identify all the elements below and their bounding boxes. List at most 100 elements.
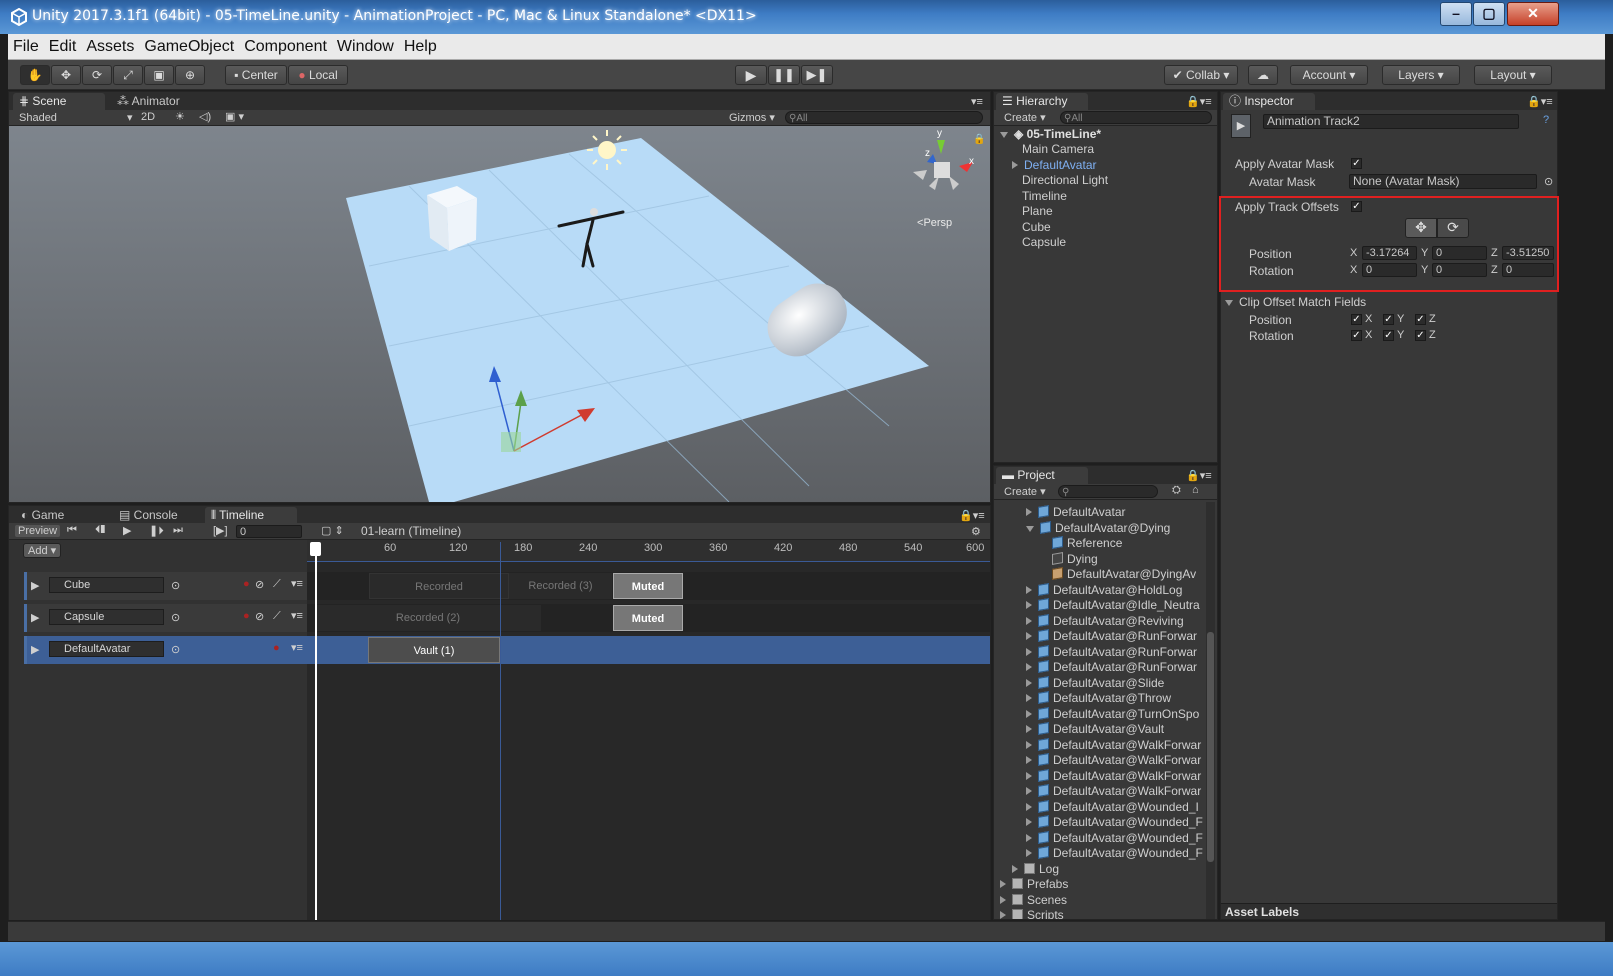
track-menu-icon[interactable]: ▾≡ xyxy=(291,641,303,654)
clip-offset-foldout[interactable]: Clip Offset Match Fields xyxy=(1225,295,1366,309)
project-item[interactable]: DefaultAvatar@Wounded_F xyxy=(1026,815,1203,829)
expand-icon[interactable] xyxy=(1000,132,1008,138)
tab-console[interactable]: ▤ Console xyxy=(113,507,184,524)
scene-root-item[interactable]: ◈ 05-TimeLine* xyxy=(1000,127,1101,141)
expand-icon[interactable] xyxy=(1012,161,1018,169)
end-marker[interactable] xyxy=(500,542,501,920)
hierarchy-item-cube[interactable]: Cube xyxy=(1022,220,1051,234)
match-rot-x-checkbox[interactable]: ✓ xyxy=(1351,330,1362,341)
play-range-icon[interactable]: [▶] xyxy=(213,524,228,537)
project-item[interactable]: DefaultAvatar@HoldLog xyxy=(1026,583,1182,597)
menu-file[interactable]: File xyxy=(8,34,44,56)
shading-dropdown[interactable]: Shaded ▾ xyxy=(19,111,132,124)
expand-icon[interactable] xyxy=(1026,694,1032,702)
track-binding-picker-icon[interactable]: ⊙ xyxy=(171,579,180,592)
project-create-button[interactable]: Create ▾ xyxy=(1004,485,1046,498)
expand-icon[interactable] xyxy=(1026,787,1032,795)
expand-icon[interactable] xyxy=(1026,803,1032,811)
track-menu-icon[interactable]: ▾≡ xyxy=(291,609,303,622)
expand-icon[interactable] xyxy=(1026,756,1032,764)
minimize-button[interactable]: – xyxy=(1440,2,1472,26)
rect-tool-button[interactable]: ▣ xyxy=(144,65,174,85)
project-item[interactable]: DefaultAvatar@Wounded_F xyxy=(1026,831,1203,845)
menu-component[interactable]: Component xyxy=(239,34,332,56)
project-item[interactable]: Dying xyxy=(1052,552,1098,566)
expand-icon[interactable] xyxy=(1026,834,1032,842)
rotation-x-field[interactable]: 0 xyxy=(1362,263,1417,277)
expand-icon[interactable] xyxy=(1000,896,1006,904)
project-item[interactable]: DefaultAvatar@Wounded_F xyxy=(1026,846,1203,860)
project-item[interactable]: DefaultAvatar@Vault xyxy=(1026,722,1164,736)
project-item[interactable]: DefaultAvatar@WalkForwar xyxy=(1026,753,1201,767)
expand-icon[interactable] xyxy=(1026,648,1032,656)
project-item[interactable]: DefaultAvatar@Dying xyxy=(1026,521,1170,535)
preview-toggle[interactable]: Preview xyxy=(15,525,61,537)
track-menu-icon[interactable]: ▾≡ xyxy=(291,577,303,590)
expand-icon[interactable] xyxy=(1026,772,1032,780)
expand-icon[interactable] xyxy=(1026,710,1032,718)
hierarchy-item-main-camera[interactable]: Main Camera xyxy=(1022,142,1094,156)
project-item[interactable]: DefaultAvatar@Slide xyxy=(1026,676,1164,690)
scene-viewport[interactable]: y x z <Persp 🔒 xyxy=(9,126,990,502)
project-item[interactable]: DefaultAvatar@DyingAv xyxy=(1052,567,1196,581)
position-x-field[interactable]: -3.17264 xyxy=(1362,246,1417,260)
move-offset-tool-button[interactable]: ✥ xyxy=(1405,218,1437,238)
effects-icon[interactable]: ▣ ▾ xyxy=(225,110,244,123)
next-frame-icon[interactable]: ❚⏵ xyxy=(149,524,164,538)
audio-icon[interactable]: ◁) xyxy=(199,110,211,123)
expand-icon[interactable] xyxy=(1026,526,1034,532)
pause-button[interactable]: ❚❚ xyxy=(768,65,800,85)
panel-menu-icon[interactable]: 🔒▾≡ xyxy=(1186,469,1212,482)
expand-icon[interactable] xyxy=(1026,508,1032,516)
muted-badge[interactable]: Muted xyxy=(613,573,683,599)
apply-track-offsets-checkbox[interactable]: ✓ xyxy=(1351,201,1362,212)
track-capsule[interactable]: ▶ Capsule ⊙ ● ⊘ ⟋ ▾≡ xyxy=(24,604,307,632)
hierarchy-item-defaultavatar[interactable]: DefaultAvatar xyxy=(1012,158,1097,172)
hierarchy-search-input[interactable]: ⚲All xyxy=(1060,111,1212,124)
tab-inspector[interactable]: ⓘ Inspector xyxy=(1223,93,1315,110)
add-track-button[interactable]: Add ▾ xyxy=(23,543,62,558)
go-to-end-icon[interactable]: ⏭ xyxy=(173,524,183,537)
clip-recorded-2[interactable]: Recorded (2) xyxy=(315,605,541,631)
rotation-y-field[interactable]: 0 xyxy=(1432,263,1487,277)
track-expand-icon[interactable]: ▶ xyxy=(31,611,39,624)
tab-animator[interactable]: ⁂ Animator xyxy=(111,93,186,110)
frame-field[interactable]: 0 xyxy=(236,525,302,538)
track-expand-icon[interactable]: ▶ xyxy=(31,643,39,656)
project-item[interactable]: Reference xyxy=(1052,536,1122,550)
match-pos-z-checkbox[interactable]: ✓ xyxy=(1415,314,1426,325)
collab-dropdown[interactable]: ✔ Collab ▾ xyxy=(1164,65,1238,85)
avatar-mask-field[interactable]: None (Avatar Mask) xyxy=(1349,174,1537,189)
menu-edit[interactable]: Edit xyxy=(44,34,82,56)
tab-project[interactable]: ▬ Project xyxy=(996,467,1088,484)
playhead[interactable] xyxy=(315,542,317,920)
expand-icon[interactable] xyxy=(1225,300,1233,306)
expand-icon[interactable] xyxy=(1026,601,1032,609)
track-defaultavatar[interactable]: ▶ DefaultAvatar ⊙ ● ▾≡ xyxy=(24,636,307,664)
object-name-field[interactable]: Animation Track2 xyxy=(1263,114,1519,129)
project-item[interactable]: DefaultAvatar@Reviving xyxy=(1026,614,1184,628)
play-button[interactable]: ▶ xyxy=(735,65,767,85)
mute-icon[interactable]: ⊘ xyxy=(255,610,264,623)
expand-icon[interactable] xyxy=(1026,632,1032,640)
hierarchy-item-plane[interactable]: Plane xyxy=(1022,204,1053,218)
pivot-local-button[interactable]: ● Local xyxy=(288,65,348,85)
step-button[interactable]: ▶❚ xyxy=(801,65,833,85)
expand-icon[interactable] xyxy=(1026,849,1032,857)
track-cube[interactable]: ▶ Cube ⊙ ● ⊘ ⟋ ▾≡ xyxy=(24,572,307,600)
gizmos-dropdown[interactable]: Gizmos ▾ xyxy=(729,111,775,124)
clip-recorded[interactable]: Recorded xyxy=(369,573,509,599)
tab-hierarchy[interactable]: ☰ Hierarchy xyxy=(996,93,1088,110)
timeline-selector-icon[interactable]: ▢ ⇕ xyxy=(321,524,344,537)
project-item[interactable]: DefaultAvatar@TurnOnSpo xyxy=(1026,707,1199,721)
scale-tool-button[interactable]: ⤢ xyxy=(113,65,143,85)
record-icon[interactable]: ● xyxy=(243,578,250,590)
expand-icon[interactable] xyxy=(1026,818,1032,826)
match-rot-z-checkbox[interactable]: ✓ xyxy=(1415,330,1426,341)
expand-icon[interactable] xyxy=(1012,865,1018,873)
account-dropdown[interactable]: Account ▾ xyxy=(1290,65,1368,85)
timeline-track-area[interactable]: Recorded Recorded (3) Muted Recorded (2)… xyxy=(307,540,990,920)
asset-labels-bar[interactable]: Asset Labels xyxy=(1221,903,1557,919)
project-search-input[interactable]: ⚲ xyxy=(1058,485,1158,498)
match-rot-y-checkbox[interactable]: ✓ xyxy=(1383,330,1394,341)
